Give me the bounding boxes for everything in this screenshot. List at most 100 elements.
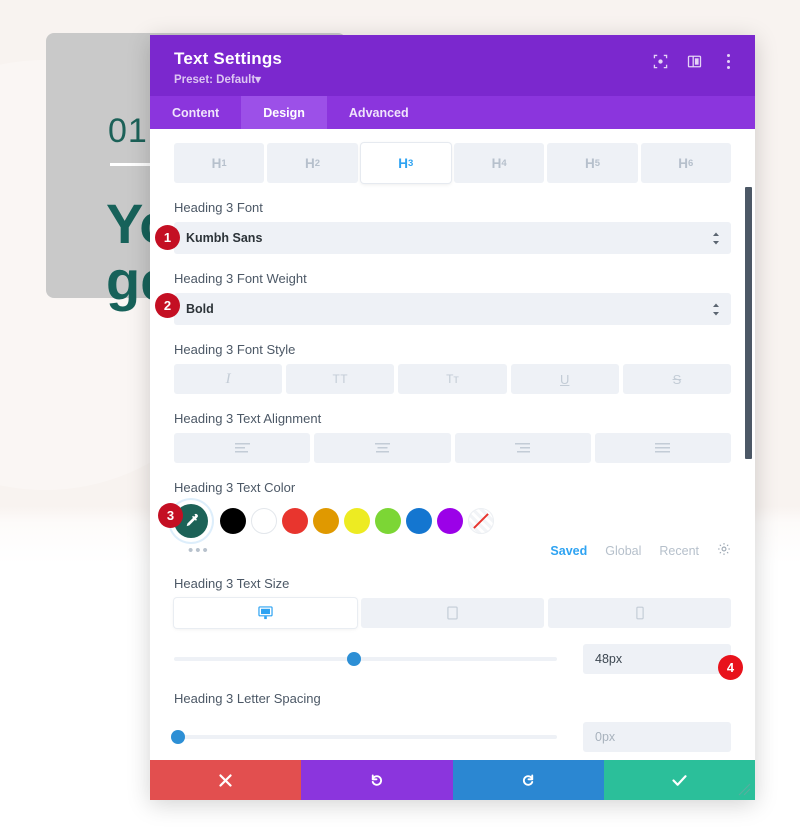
palette-tab-recent[interactable]: Recent [659,544,699,558]
text-color-label: Heading 3 Text Color [174,480,296,495]
modal-header-actions [652,53,737,70]
color-swatch-row [174,502,731,540]
text-size-input[interactable]: 48px [583,644,731,674]
slider-handle[interactable] [347,652,361,666]
layout-split-icon[interactable] [686,53,703,70]
heading-level-selector: H1 H2 H3 H4 H5 H6 [174,143,731,183]
slider-track [174,657,557,661]
panel-scrollbar[interactable] [745,187,752,459]
more-vertical-icon[interactable] [720,53,737,70]
tab-design[interactable]: Design [241,96,327,129]
text-size-label: Heading 3 Text Size [174,576,290,591]
text-size-slider[interactable] [174,652,557,666]
cancel-button[interactable] [150,760,302,800]
h2-label: H [304,155,315,171]
undo-icon [372,774,383,786]
h2-sub: 2 [314,157,321,169]
underline-icon: U [560,371,570,387]
swatch-yellow[interactable] [344,508,370,534]
h4-label: H [491,155,502,171]
text-settings-modal: Text Settings Preset: Default▾ Content D… [150,35,755,800]
heading-level-h3[interactable]: H3 [360,143,451,183]
align-right-button[interactable] [454,433,591,463]
small-caps-icon: Tᴛ [446,372,459,386]
annotation-badge-1: 1 [155,225,180,250]
italic-button[interactable]: I [174,364,283,394]
letter-spacing-slider-row: 0px [170,722,731,752]
device-selector [174,598,731,628]
palette-tab-saved[interactable]: Saved [550,544,587,558]
swatch-red[interactable] [282,508,308,534]
annotation-badge-2: 2 [155,293,180,318]
palette-tab-row: Saved Global Recent [174,542,731,559]
palette-tab-global[interactable]: Global [605,544,641,558]
swatch-purple[interactable] [437,508,463,534]
letter-spacing-input[interactable]: 0px [583,722,731,752]
heading-level-h4[interactable]: H4 [453,143,545,183]
device-tablet[interactable] [361,598,544,628]
heading-level-h1[interactable]: H1 [174,143,265,183]
align-justify-button[interactable] [594,433,731,463]
fullscreen-icon[interactable] [652,53,669,70]
eyedropper-icon [186,513,198,527]
h1-label: H [211,155,222,171]
gear-icon[interactable] [717,542,731,559]
heading-level-h2[interactable]: H2 [267,143,358,183]
font-select[interactable]: Kumbh Sans [174,222,731,254]
align-left-button[interactable] [174,433,311,463]
italic-icon: I [225,370,231,387]
font-weight-value: Bold [186,302,214,316]
font-style-label: Heading 3 Font Style [174,342,296,357]
annotation-badge-3: 3 [158,503,183,528]
tab-content[interactable]: Content [150,96,241,129]
strikethrough-icon: S [672,371,682,387]
h6-label: H [678,155,689,171]
heading-level-h6[interactable]: H6 [640,143,731,183]
small-caps-button[interactable]: Tᴛ [398,364,507,394]
slider-handle[interactable] [170,730,185,744]
letter-spacing-label: Heading 3 Letter Spacing [174,691,321,706]
check-icon [672,774,687,786]
redo-icon [522,774,533,786]
preset-selector[interactable]: Preset: Default▾ [174,72,735,86]
tab-advanced[interactable]: Advanced [327,96,431,129]
font-weight-select[interactable]: Bold [174,293,731,325]
slider-track [174,735,557,739]
redo-button[interactable] [452,760,604,800]
annotation-badge-4: 4 [718,655,743,680]
close-icon [219,773,232,787]
align-center-button[interactable] [314,433,451,463]
strikethrough-button[interactable]: S [622,364,732,394]
uppercase-button[interactable]: TT [286,364,395,394]
h5-label: H [584,155,595,171]
letter-spacing-slider[interactable] [170,730,557,744]
swatch-green[interactable] [375,508,401,534]
device-phone[interactable] [548,598,731,628]
device-desktop[interactable] [174,598,357,628]
underline-button[interactable]: U [510,364,619,394]
resize-handle[interactable] [733,778,751,796]
undo-button[interactable] [301,760,453,800]
align-right-icon [515,442,531,452]
h3-label: H [398,155,409,171]
swatch-transparent[interactable] [468,508,494,534]
text-size-slider-row: 48px [174,644,731,674]
desktop-icon [258,606,273,620]
uppercase-icon: TT [332,372,349,386]
h5-sub: 5 [594,157,600,169]
swatch-black[interactable] [220,508,246,534]
heading-level-h5[interactable]: H5 [547,143,638,183]
font-style-buttons: I TT Tᴛ U S [174,364,732,394]
h6-sub: 6 [688,157,694,169]
text-alignment-label: Heading 3 Text Alignment [174,411,322,426]
modal-footer [150,760,755,800]
swatch-orange[interactable] [313,508,339,534]
align-left-icon [234,442,250,452]
preset-caret-icon: ▾ [255,74,261,86]
text-alignment-buttons [174,433,731,463]
swatch-white[interactable] [251,508,277,534]
font-weight-label: Heading 3 Font Weight [174,271,307,286]
swatch-blue[interactable] [406,508,432,534]
modal-title: Text Settings [174,49,283,68]
font-value: Kumbh Sans [186,231,263,245]
